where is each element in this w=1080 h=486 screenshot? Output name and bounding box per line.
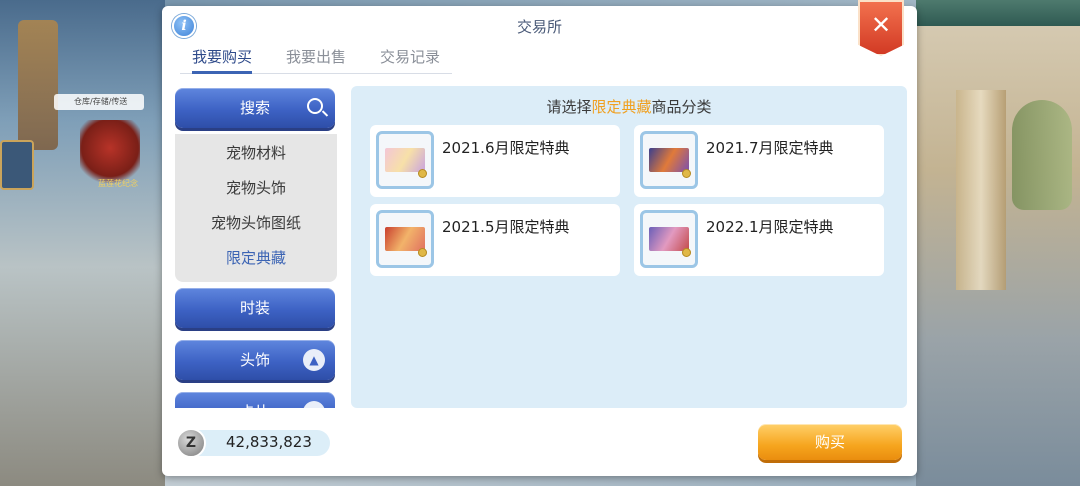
headwear-button-label: 头饰 [239,351,270,369]
category-sub-list: 宠物材料 宠物头饰 宠物头饰图纸 限定典藏 [175,134,337,282]
ticket-image [649,227,689,251]
building-roof [916,0,1080,26]
list-item[interactable]: 2022.1月限定特典 [634,204,884,276]
ticket-image [385,227,425,251]
list-prompt: 请选择限定典藏商品分类 [351,96,907,117]
list-item[interactable]: 2021.5月限定特典 [370,204,620,276]
prompt-highlight: 限定典藏 [591,98,652,116]
buy-button[interactable]: 购买 [758,424,902,460]
game-scene-left: 仓库/存储/传送 蓝莲花纪念 [0,0,165,486]
item-thumbnail [640,131,698,189]
tab-history[interactable]: 交易记录 [380,46,440,74]
lamp-post [18,20,58,150]
item-thumbnail [376,210,434,268]
category-headwear-button[interactable]: 头饰 ▲ [175,340,335,380]
stone-pillar [956,90,1006,290]
npc-service-tag[interactable]: 仓库/存储/传送 [54,94,144,110]
coin-icon [682,169,691,178]
card-button-label: 卡片 [240,403,270,408]
category-item-pet-headwear[interactable]: 宠物头饰 [175,177,337,198]
tab-buy[interactable]: 我要购买 [192,46,253,74]
chevron-up-icon: ▲ [303,401,325,408]
item-label: 2021.7月限定特典 [706,139,834,157]
coin-icon [682,248,691,257]
close-icon[interactable]: ✕ [858,0,904,56]
category-item-pet-material[interactable]: 宠物材料 [175,142,337,163]
dialog-title: 交易所 [516,18,562,36]
list-item[interactable]: 2021.7月限定特典 [634,125,884,197]
prompt-suffix: 商品分类 [651,98,712,116]
item-list-panel: 请选择限定典藏商品分类 2021.6月限定特典 2021.7月限定特典 2021… [351,86,907,408]
category-item-pet-headwear-blueprint[interactable]: 宠物头饰图纸 [175,212,337,233]
zeny-coin-icon: Z [176,428,206,458]
ticket-image [385,148,425,172]
item-label: 2021.6月限定特典 [442,139,570,157]
zeny-amount: 42,833,823 [226,433,312,451]
category-card-button[interactable]: 卡片 ▲ [175,392,335,408]
item-label: 2022.1月限定特典 [706,218,834,236]
item-label: 2021.5月限定特典 [442,218,570,236]
search-button-label: 搜索 [239,99,270,117]
ticket-image [649,148,689,172]
list-item[interactable]: 2021.6月限定特典 [370,125,620,197]
coin-icon [418,248,427,257]
category-item-limited-collection[interactable]: 限定典藏 [175,247,337,268]
item-thumbnail [640,210,698,268]
game-scene-right [916,0,1080,486]
chevron-up-icon: ▲ [303,349,325,371]
search-icon [307,98,323,114]
search-button[interactable]: 搜索 [175,88,335,128]
prompt-prefix: 请选择 [546,98,592,116]
zeny-balance: Z 42,833,823 [176,428,330,458]
decor-jar [1012,100,1072,210]
tab-bar: 我要购买 我要出售 交易记录 [180,46,452,74]
exchange-dialog: i 交易所 ✕ 我要购买 我要出售 交易记录 搜索 宠物材料 宠物头饰 宠物头饰… [162,0,917,476]
category-fashion-button[interactable]: 时装 [175,288,335,328]
guild-banner [0,140,34,190]
player-name: 蓝莲花纪念 [98,179,138,188]
coin-icon [418,169,427,178]
tab-sell[interactable]: 我要出售 [286,46,346,74]
category-column: 搜索 宠物材料 宠物头饰 宠物头饰图纸 限定典藏 时装 头饰 ▲ 卡片 ▲ [173,86,338,408]
item-thumbnail [376,131,434,189]
